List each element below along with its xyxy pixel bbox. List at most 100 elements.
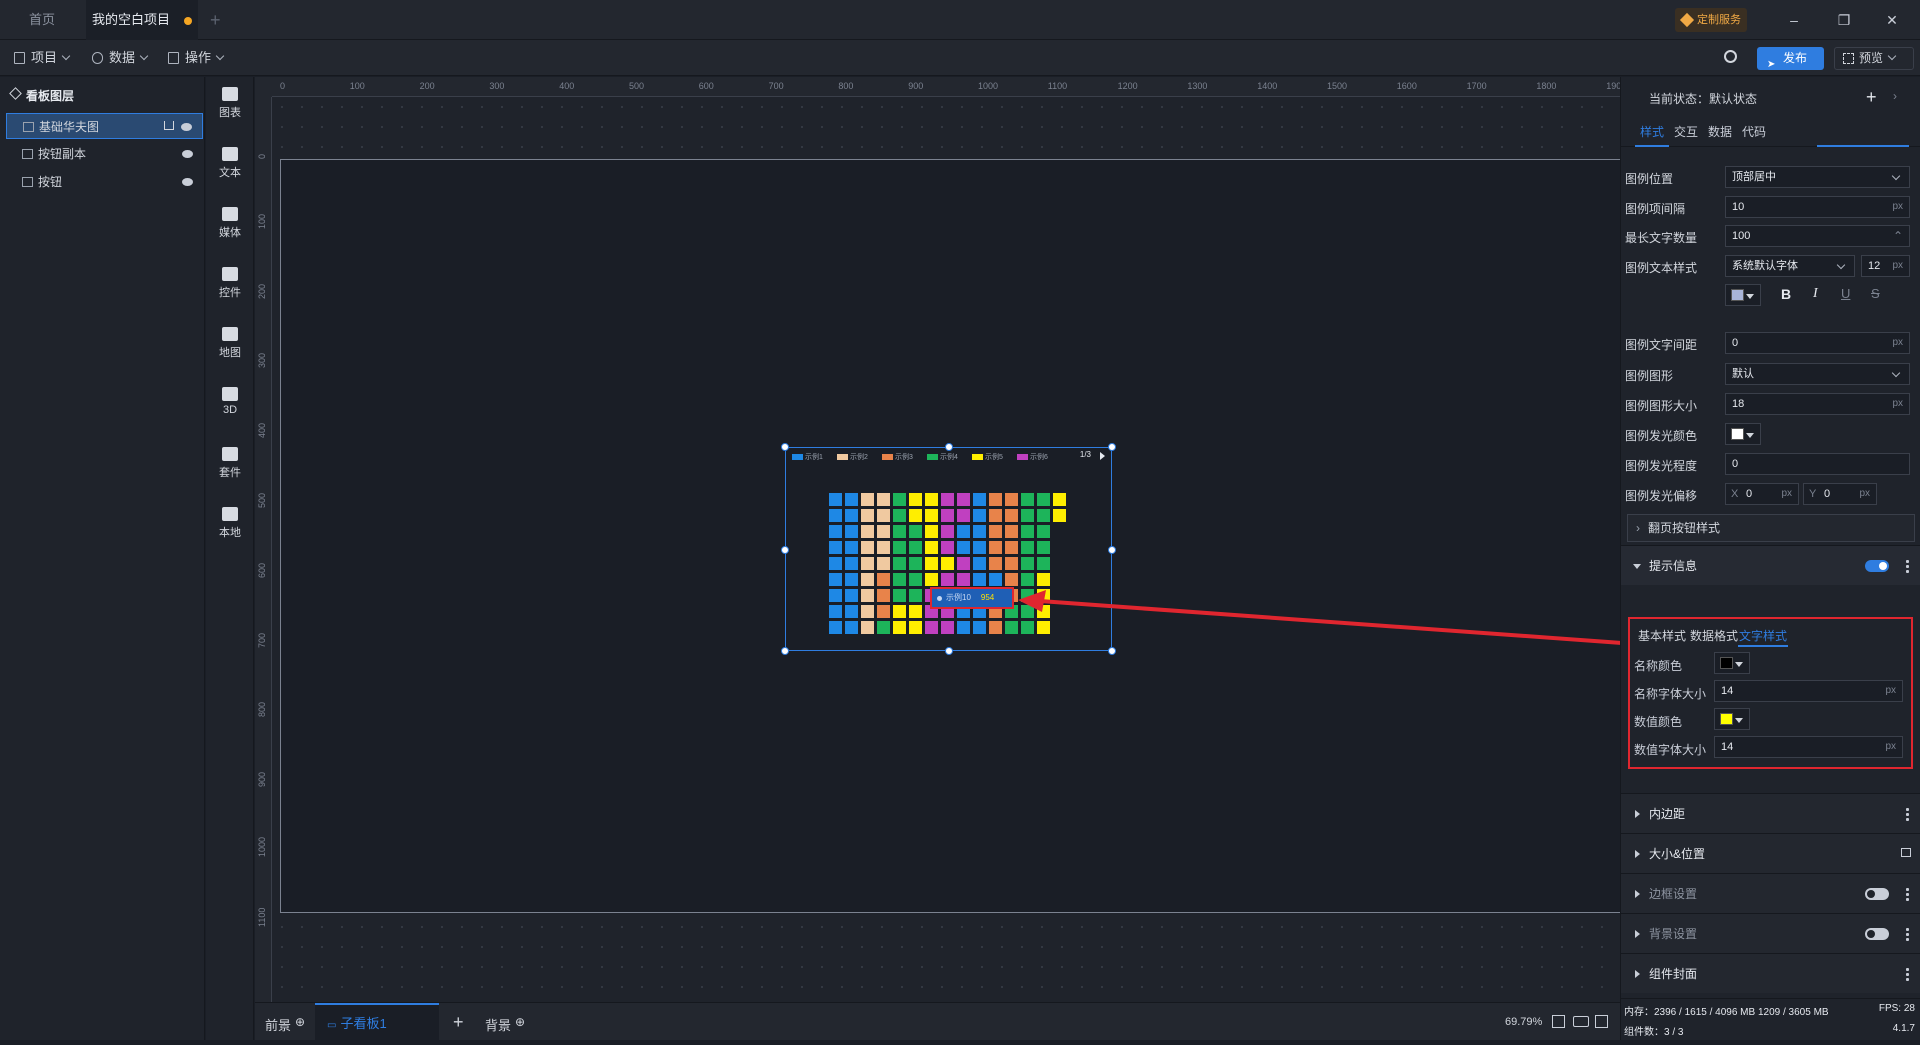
tab-style[interactable]: 样式 bbox=[1635, 123, 1669, 147]
layer-item-button-copy[interactable]: 按钮副本 bbox=[6, 141, 203, 167]
tab-project[interactable]: 我的空白项目 bbox=[86, 0, 198, 40]
section-padding[interactable]: 内边距 bbox=[1621, 793, 1920, 833]
waffle-cell[interactable] bbox=[989, 573, 1002, 586]
shape-select[interactable]: 默认 bbox=[1725, 363, 1910, 385]
resize-handle[interactable] bbox=[781, 443, 789, 451]
waffle-cell[interactable] bbox=[845, 509, 858, 522]
waffle-cell[interactable] bbox=[957, 525, 970, 538]
waffle-cell[interactable] bbox=[1053, 509, 1066, 522]
layer-item-button[interactable]: 按钮 bbox=[6, 169, 203, 195]
waffle-cell[interactable] bbox=[893, 525, 906, 538]
border-toggle[interactable] bbox=[1865, 888, 1889, 900]
waffle-cell[interactable] bbox=[925, 621, 938, 634]
waffle-cell[interactable] bbox=[1021, 493, 1034, 506]
waffle-cell[interactable] bbox=[1037, 525, 1050, 538]
waffle-cell[interactable] bbox=[845, 589, 858, 602]
add-tab-icon[interactable]: + bbox=[210, 10, 221, 31]
waffle-cell[interactable] bbox=[989, 621, 1002, 634]
waffle-cell[interactable] bbox=[909, 509, 922, 522]
legend-item[interactable]: 示例4 bbox=[927, 452, 958, 462]
waffle-cell[interactable] bbox=[845, 573, 858, 586]
waffle-cell[interactable] bbox=[1021, 541, 1034, 554]
waffle-cell[interactable] bbox=[861, 573, 874, 586]
waffle-cell[interactable] bbox=[1005, 541, 1018, 554]
waffle-cell[interactable] bbox=[973, 557, 986, 570]
waffle-cell[interactable] bbox=[829, 557, 842, 570]
shape-size-input[interactable]: 18 px bbox=[1725, 393, 1910, 415]
waffle-cell[interactable] bbox=[1037, 557, 1050, 570]
waffle-cell[interactable] bbox=[861, 557, 874, 570]
resize-handle[interactable] bbox=[945, 443, 953, 451]
waffle-cell[interactable] bbox=[893, 541, 906, 554]
search-icon[interactable] bbox=[1724, 50, 1737, 63]
waffle-cell[interactable] bbox=[957, 557, 970, 570]
waffle-cell[interactable] bbox=[973, 493, 986, 506]
resize-handle[interactable] bbox=[781, 546, 789, 554]
keyboard-icon[interactable] bbox=[1573, 1016, 1589, 1027]
waffle-cell[interactable] bbox=[829, 525, 842, 538]
glow-level-input[interactable]: 0 bbox=[1725, 453, 1910, 475]
lock-icon[interactable] bbox=[1901, 848, 1911, 857]
waffle-cell[interactable] bbox=[1037, 493, 1050, 506]
waffle-cell[interactable] bbox=[877, 509, 890, 522]
menu-operation[interactable]: 操作 bbox=[168, 40, 225, 76]
waffle-cell[interactable] bbox=[973, 509, 986, 522]
waffle-cell[interactable] bbox=[893, 573, 906, 586]
legend-text-color[interactable] bbox=[1725, 284, 1761, 306]
section-tooltip[interactable]: 提示信息 bbox=[1621, 545, 1920, 585]
preview-button[interactable]: 预览 bbox=[1834, 47, 1914, 70]
legend-item[interactable]: 示例2 bbox=[837, 452, 868, 462]
more-icon[interactable] bbox=[1906, 887, 1909, 901]
waffle-cell[interactable] bbox=[877, 493, 890, 506]
resize-handle[interactable] bbox=[945, 647, 953, 655]
unlock-icon[interactable] bbox=[164, 121, 174, 130]
waffle-cell[interactable] bbox=[877, 541, 890, 554]
add-board-icon[interactable]: + bbox=[453, 1003, 464, 1041]
waffle-cell[interactable] bbox=[989, 525, 1002, 538]
waffle-cell[interactable] bbox=[973, 621, 986, 634]
tab-interaction[interactable]: 交互 bbox=[1669, 123, 1703, 140]
waffle-cell[interactable] bbox=[845, 605, 858, 618]
waffle-cell[interactable] bbox=[845, 493, 858, 506]
menu-project[interactable]: 项目 bbox=[14, 40, 71, 76]
restore-icon[interactable]: ❐ bbox=[1822, 0, 1866, 40]
name-size-input[interactable]: 14 px bbox=[1714, 680, 1903, 702]
waffle-cell[interactable] bbox=[941, 541, 954, 554]
eye-icon[interactable] bbox=[182, 178, 193, 186]
layer-front[interactable]: 前景 ⊕ bbox=[265, 1003, 305, 1041]
waffle-cell[interactable] bbox=[893, 493, 906, 506]
waffle-cell[interactable] bbox=[973, 573, 986, 586]
terminal-icon[interactable] bbox=[1595, 1015, 1608, 1028]
waffle-cell[interactable] bbox=[861, 605, 874, 618]
waffle-cell[interactable] bbox=[877, 557, 890, 570]
more-icon[interactable] bbox=[1906, 807, 1909, 821]
waffle-cell[interactable] bbox=[909, 525, 922, 538]
section-cover[interactable]: 组件封面 bbox=[1621, 953, 1920, 993]
more-icon[interactable] bbox=[1906, 967, 1909, 981]
tool-control[interactable]: 控件 bbox=[206, 267, 254, 300]
waffle-cell[interactable] bbox=[1037, 541, 1050, 554]
waffle-cell[interactable] bbox=[925, 557, 938, 570]
layer-item-waffle[interactable]: 基础华夫图 bbox=[6, 113, 203, 139]
legend-pos-select[interactable]: 顶部居中 bbox=[1725, 166, 1910, 188]
legend-item[interactable]: 示例3 bbox=[882, 452, 913, 462]
publish-button[interactable]: ➤ 发布 bbox=[1757, 47, 1824, 70]
waffle-cell[interactable] bbox=[861, 525, 874, 538]
waffle-cell[interactable] bbox=[877, 525, 890, 538]
tooltip-tab-basic[interactable]: 基本样式 bbox=[1638, 627, 1686, 644]
waffle-cell[interactable] bbox=[893, 589, 906, 602]
add-state-icon[interactable]: + bbox=[1866, 87, 1877, 108]
custom-service-button[interactable]: 定制服务 bbox=[1675, 8, 1747, 32]
waffle-cell[interactable] bbox=[877, 589, 890, 602]
tool-chart[interactable]: 图表 bbox=[206, 87, 254, 120]
waffle-cell[interactable] bbox=[845, 557, 858, 570]
waffle-cell[interactable] bbox=[909, 541, 922, 554]
waffle-cell[interactable] bbox=[957, 541, 970, 554]
waffle-cell[interactable] bbox=[829, 621, 842, 634]
close-icon[interactable]: ✕ bbox=[1870, 0, 1914, 40]
chevron-right-icon[interactable]: › bbox=[1893, 89, 1897, 103]
tool-media[interactable]: 媒体 bbox=[206, 207, 254, 240]
zoom-level[interactable]: 69.79% bbox=[1505, 1003, 1542, 1041]
resize-handle[interactable] bbox=[1108, 647, 1116, 655]
waffle-cell[interactable] bbox=[893, 621, 906, 634]
